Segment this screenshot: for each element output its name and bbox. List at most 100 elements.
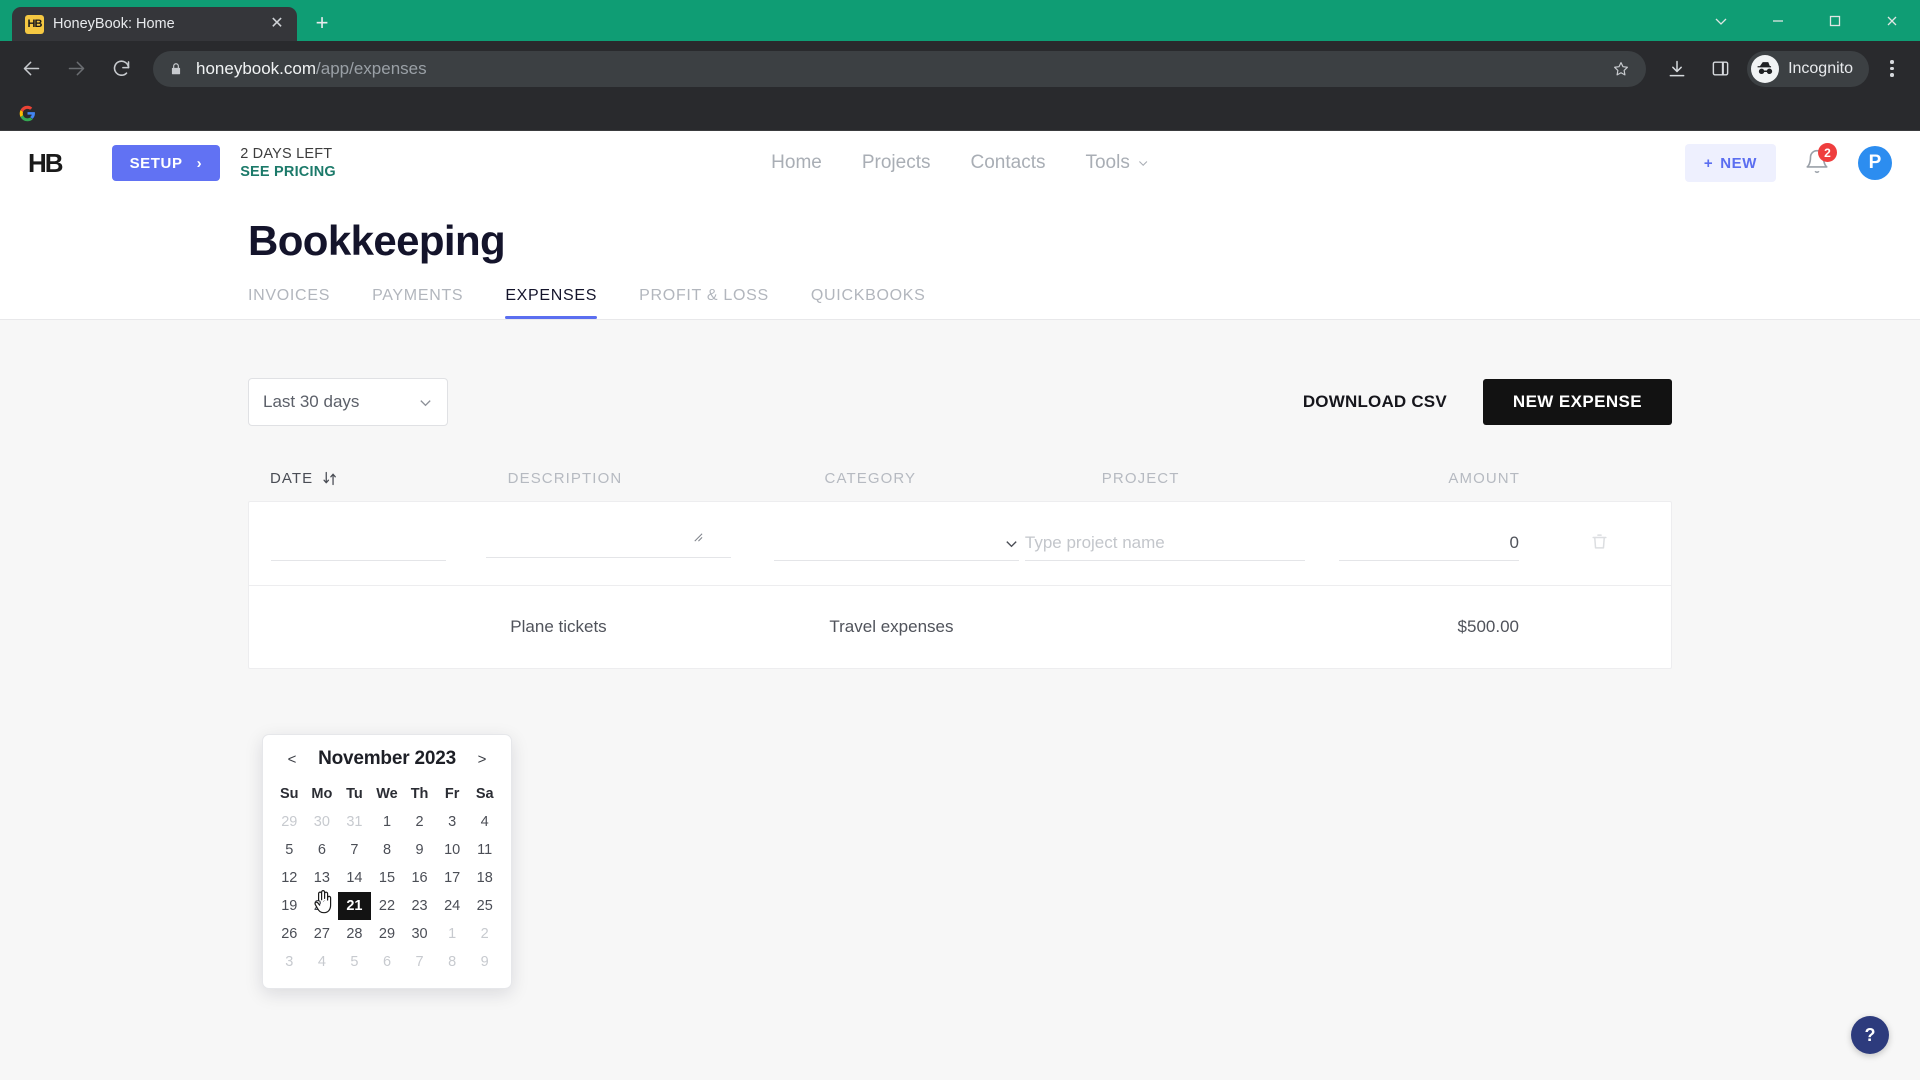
new-button[interactable]: + NEW bbox=[1684, 144, 1776, 182]
reload-icon[interactable] bbox=[100, 48, 142, 90]
lock-icon bbox=[169, 62, 183, 76]
date-cell-6[interactable]: 6 bbox=[371, 948, 404, 976]
close-icon[interactable]: ✕ bbox=[267, 14, 287, 34]
date-cell-13[interactable]: 13 bbox=[306, 864, 339, 892]
date-cell-28[interactable]: 28 bbox=[338, 920, 371, 948]
date-cell-1[interactable]: 1 bbox=[371, 808, 404, 836]
date-cell-15[interactable]: 15 bbox=[371, 864, 404, 892]
tab-profit-loss[interactable]: PROFIT & LOSS bbox=[639, 287, 769, 319]
date-cell-25[interactable]: 25 bbox=[468, 892, 501, 920]
description-input[interactable] bbox=[486, 524, 732, 558]
kebab-menu-icon[interactable] bbox=[1874, 49, 1910, 89]
date-picker-month-label: November 2023 bbox=[318, 748, 456, 769]
address-bar[interactable]: honeybook.com/app/expenses bbox=[153, 50, 1647, 87]
next-month-button[interactable]: > bbox=[473, 751, 491, 768]
sort-arrows-icon[interactable] bbox=[322, 471, 339, 486]
new-expense-button[interactable]: NEW EXPENSE bbox=[1482, 379, 1672, 425]
date-picker-header: < November 2023 > bbox=[273, 746, 501, 780]
chevron-down-icon bbox=[1005, 540, 1017, 547]
date-cell-22[interactable]: 22 bbox=[371, 892, 404, 920]
tab-quickbooks[interactable]: QUICKBOOKS bbox=[811, 287, 926, 319]
date-cell-21[interactable]: 21 bbox=[338, 892, 371, 920]
avatar[interactable]: P bbox=[1858, 146, 1892, 180]
date-cell-30[interactable]: 30 bbox=[306, 808, 339, 836]
cell-project bbox=[1024, 526, 1339, 561]
side-panel-icon[interactable] bbox=[1700, 49, 1740, 89]
date-cell-4[interactable]: 4 bbox=[306, 948, 339, 976]
tab-expenses[interactable]: EXPENSES bbox=[505, 287, 598, 319]
date-cell-9[interactable]: 9 bbox=[468, 948, 501, 976]
date-cell-29[interactable]: 29 bbox=[273, 808, 306, 836]
star-icon[interactable] bbox=[1612, 60, 1630, 78]
weekday-su: Su bbox=[280, 786, 299, 802]
date-cell-8[interactable]: 8 bbox=[436, 948, 469, 976]
amount-input[interactable] bbox=[1339, 526, 1519, 561]
see-pricing-link[interactable]: SEE PRICING bbox=[240, 163, 336, 181]
forward-arrow-icon[interactable] bbox=[55, 48, 97, 90]
date-cell-17[interactable]: 17 bbox=[436, 864, 469, 892]
date-input[interactable] bbox=[271, 526, 446, 561]
project-input[interactable] bbox=[1024, 526, 1305, 561]
window-close-icon[interactable] bbox=[1863, 0, 1920, 41]
weekday-fr: Fr bbox=[444, 786, 460, 802]
minimize-icon[interactable] bbox=[1749, 0, 1806, 41]
trash-icon[interactable] bbox=[1590, 531, 1609, 557]
date-range-select[interactable]: Last 30 days bbox=[248, 378, 448, 426]
maximize-icon[interactable] bbox=[1806, 0, 1863, 41]
date-cell-5[interactable]: 5 bbox=[273, 836, 306, 864]
date-cell-10[interactable]: 10 bbox=[436, 836, 469, 864]
date-cell-27[interactable]: 27 bbox=[306, 920, 339, 948]
date-cell-7[interactable]: 7 bbox=[403, 948, 436, 976]
download-icon[interactable] bbox=[1657, 49, 1697, 89]
date-cell-19[interactable]: 19 bbox=[273, 892, 306, 920]
setup-button[interactable]: SETUP › bbox=[111, 145, 221, 181]
date-cell-14[interactable]: 14 bbox=[338, 864, 371, 892]
date-cell-5[interactable]: 5 bbox=[338, 948, 371, 976]
date-cell-1[interactable]: 1 bbox=[436, 920, 469, 948]
browser-tab[interactable]: HB HoneyBook: Home ✕ bbox=[12, 7, 297, 41]
date-picker-popover: < November 2023 > Su Mo Tu We Th Fr Sa 2… bbox=[262, 734, 512, 989]
date-cell-12[interactable]: 12 bbox=[273, 864, 306, 892]
cell-description: Plane tickets bbox=[510, 617, 607, 636]
table-row[interactable]: Plane tickets Travel expenses $500.00 bbox=[249, 585, 1671, 668]
back-arrow-icon[interactable] bbox=[10, 48, 52, 90]
date-cell-24[interactable]: 24 bbox=[436, 892, 469, 920]
date-cell-16[interactable]: 16 bbox=[403, 864, 436, 892]
nav-item-tools[interactable]: Tools bbox=[1085, 152, 1148, 174]
date-cell-6[interactable]: 6 bbox=[306, 836, 339, 864]
tab-invoices[interactable]: INVOICES bbox=[248, 287, 330, 319]
help-button[interactable]: ? bbox=[1851, 1016, 1889, 1054]
download-csv-button[interactable]: DOWNLOAD CSV bbox=[1303, 392, 1447, 412]
cell-category: Travel expenses bbox=[829, 617, 954, 636]
date-cell-11[interactable]: 11 bbox=[468, 836, 501, 864]
date-cell-23[interactable]: 23 bbox=[403, 892, 436, 920]
nav-item-contacts[interactable]: Contacts bbox=[970, 152, 1045, 174]
date-cell-3[interactable]: 3 bbox=[273, 948, 306, 976]
honeybook-logo[interactable]: HB bbox=[28, 148, 64, 179]
date-cell-3[interactable]: 3 bbox=[436, 808, 469, 836]
date-cell-30[interactable]: 30 bbox=[403, 920, 436, 948]
incognito-profile-button[interactable]: Incognito bbox=[1747, 50, 1869, 87]
tab-payments[interactable]: PAYMENTS bbox=[372, 287, 463, 319]
date-cell-4[interactable]: 4 bbox=[468, 808, 501, 836]
date-cell-2[interactable]: 2 bbox=[468, 920, 501, 948]
date-cell-7[interactable]: 7 bbox=[338, 836, 371, 864]
new-tab-button[interactable]: + bbox=[305, 6, 339, 40]
column-header-date[interactable]: DATE bbox=[270, 470, 508, 487]
weekday-we: We bbox=[376, 786, 398, 802]
nav-item-home[interactable]: Home bbox=[771, 152, 822, 174]
google-icon[interactable] bbox=[14, 100, 40, 126]
date-cell-29[interactable]: 29 bbox=[371, 920, 404, 948]
date-cell-26[interactable]: 26 bbox=[273, 920, 306, 948]
date-cell-18[interactable]: 18 bbox=[468, 864, 501, 892]
date-cell-8[interactable]: 8 bbox=[371, 836, 404, 864]
date-cell-9[interactable]: 9 bbox=[403, 836, 436, 864]
date-cell-20[interactable]: 20 bbox=[306, 892, 339, 920]
date-cell-2[interactable]: 2 bbox=[403, 808, 436, 836]
date-cell-31[interactable]: 31 bbox=[338, 808, 371, 836]
chevron-down-icon[interactable] bbox=[1692, 0, 1749, 41]
prev-month-button[interactable]: < bbox=[283, 751, 301, 768]
category-select[interactable] bbox=[773, 527, 1019, 561]
notifications-button[interactable]: 2 bbox=[1804, 143, 1837, 178]
nav-item-projects[interactable]: Projects bbox=[862, 152, 931, 174]
